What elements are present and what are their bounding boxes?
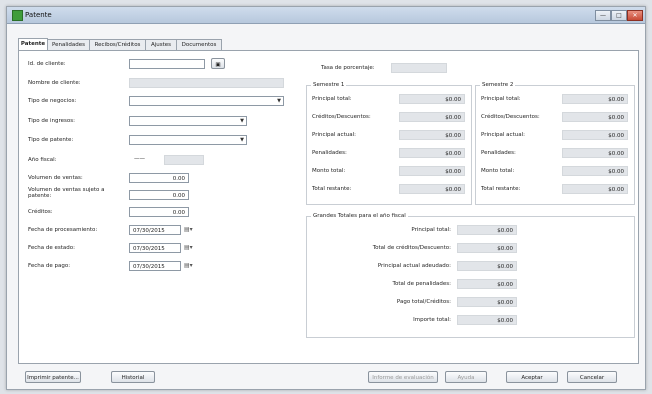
patent-tab-panel: Id. de cliente: ▣ Nombre de cliente: Tip…	[18, 50, 639, 364]
grand-totals-group: Grandes Totales para el año fiscal Princ…	[306, 213, 635, 338]
semester2-group: Semestre 2 Principal total: $0.00 Crédit…	[475, 82, 635, 205]
close-button[interactable]: ✕	[627, 10, 643, 21]
accept-button[interactable]: Aceptar	[506, 371, 558, 383]
gt-payments-label: Pago total/Créditos:	[396, 299, 451, 305]
client-lookup-button[interactable]: ▣	[211, 58, 225, 69]
gt-principal-total-label: Principal total:	[411, 227, 451, 233]
s1-principal-total-label: Principal total:	[312, 96, 352, 102]
calendar-dropdown-icon[interactable]: ▤▾	[184, 226, 193, 233]
s2-penalties-label: Penalidades:	[481, 150, 516, 156]
gt-total-amount-label: Importe total:	[413, 317, 451, 323]
lookup-icon: ▣	[215, 62, 221, 68]
s2-remaining-value: $0.00	[562, 184, 628, 194]
client-id-input[interactable]	[129, 59, 205, 69]
sales-volume-subject-label: Volumen de ventas sujeto a patente:	[28, 187, 105, 199]
gt-principal-owed-label: Principal actual adeudado:	[377, 263, 451, 269]
s2-principal-current-value: $0.00	[562, 130, 628, 140]
s1-remaining-label: Total restante:	[312, 186, 352, 192]
client-id-label: Id. de cliente:	[28, 61, 66, 67]
credits-label: Créditos:	[28, 209, 53, 215]
fiscal-year-extra	[164, 155, 204, 165]
sales-volume-subject-input[interactable]: 0.00	[129, 190, 189, 200]
s1-penalties-value: $0.00	[399, 148, 465, 158]
s2-principal-current-label: Principal actual:	[481, 132, 525, 138]
gt-penalties-label: Total de penalidades:	[392, 281, 451, 287]
s2-credits-label: Créditos/Descuentos:	[481, 114, 540, 120]
gt-penalties-value: $0.00	[457, 279, 517, 289]
tab-documentos[interactable]: Documentos	[176, 39, 222, 50]
app-icon	[12, 10, 23, 21]
gt-credits-value: $0.00	[457, 243, 517, 253]
gt-principal-owed-value: $0.00	[457, 261, 517, 271]
chevron-down-icon: ▼	[240, 118, 244, 124]
patent-type-select[interactable]: ▼	[129, 135, 247, 145]
processing-date-input[interactable]: 07/30/2015	[129, 225, 181, 235]
statement-date-input[interactable]: 07/30/2015	[129, 243, 181, 253]
credits-input[interactable]: 0.00	[129, 207, 189, 217]
s2-principal-total-value: $0.00	[562, 94, 628, 104]
chevron-down-icon: ▼	[277, 98, 281, 104]
s2-credits-value: $0.00	[562, 112, 628, 122]
calendar-dropdown-icon[interactable]: ▤▾	[184, 262, 193, 269]
payment-date-label: Fecha de pago:	[28, 263, 71, 269]
semester1-title: Semestre 1	[311, 82, 347, 88]
maximize-button[interactable]: □	[611, 10, 627, 21]
processing-date-label: Fecha de procesamiento:	[28, 227, 98, 233]
income-type-label: Tipo de ingresos:	[28, 118, 75, 124]
semester2-title: Semestre 2	[480, 82, 516, 88]
s1-credits-label: Créditos/Descuentos:	[312, 114, 371, 120]
gt-principal-total-value: $0.00	[457, 225, 517, 235]
history-button[interactable]: Historial	[111, 371, 155, 383]
fiscal-year-value[interactable]: ——	[134, 156, 145, 162]
s1-penalties-label: Penalidades:	[312, 150, 347, 156]
gt-payments-value: $0.00	[457, 297, 517, 307]
business-type-select[interactable]: ▼	[129, 96, 284, 106]
gt-total-amount-value: $0.00	[457, 315, 517, 325]
semester1-group: Semestre 1 Principal total: $0.00 Crédit…	[306, 82, 472, 205]
s2-total-amount-value: $0.00	[562, 166, 628, 176]
tab-ajustes[interactable]: Ajustes	[145, 39, 177, 50]
minimize-button[interactable]: —	[595, 10, 611, 21]
s1-total-amount-label: Monto total:	[312, 168, 346, 174]
fiscal-year-label: Año fiscal:	[28, 157, 57, 163]
window-title: Patente	[25, 11, 52, 19]
gt-credits-label: Total de créditos/Descuento:	[372, 245, 451, 251]
s1-credits-value: $0.00	[399, 112, 465, 122]
tab-recibos-creditos[interactable]: Recibos/Créditos	[89, 39, 146, 50]
cancel-button[interactable]: Cancelar	[567, 371, 617, 383]
calendar-dropdown-icon[interactable]: ▤▾	[184, 244, 193, 251]
s2-penalties-value: $0.00	[562, 148, 628, 158]
chevron-down-icon: ▼	[240, 137, 244, 143]
statement-date-label: Fecha de estado:	[28, 245, 75, 251]
percent-rate-label: Tasa de porcentaje:	[321, 65, 375, 71]
s2-total-amount-label: Monto total:	[481, 168, 515, 174]
s1-principal-current-value: $0.00	[399, 130, 465, 140]
client-name-label: Nombre de cliente:	[28, 80, 81, 86]
client-name-field	[129, 78, 284, 88]
s1-principal-current-label: Principal actual:	[312, 132, 356, 138]
title-bar: Patente — □ ✕	[7, 7, 645, 24]
s1-principal-total-value: $0.00	[399, 94, 465, 104]
tab-penalidades[interactable]: Penalidades	[47, 39, 90, 50]
s1-total-amount-value: $0.00	[399, 166, 465, 176]
business-type-label: Tipo de negocios:	[28, 98, 77, 104]
sales-volume-input[interactable]: 0.00	[129, 173, 189, 183]
patent-window: Patente — □ ✕ Patente Penalidades Recibo…	[6, 6, 646, 390]
print-patent-button[interactable]: Imprimir patente...	[25, 371, 81, 383]
payment-date-input[interactable]: 07/30/2015	[129, 261, 181, 271]
report-button[interactable]: Informe de evaluación	[368, 371, 438, 383]
tab-patente[interactable]: Patente	[18, 38, 48, 50]
s1-remaining-value: $0.00	[399, 184, 465, 194]
help-button[interactable]: Ayuda	[445, 371, 487, 383]
income-type-select[interactable]: ▼	[129, 116, 247, 126]
grand-totals-title: Grandes Totales para el año fiscal	[311, 213, 408, 219]
sales-volume-label: Volumen de ventas:	[28, 175, 83, 181]
percent-rate-field	[391, 63, 447, 73]
patent-type-label: Tipo de patente:	[28, 137, 74, 143]
s2-principal-total-label: Principal total:	[481, 96, 521, 102]
s2-remaining-label: Total restante:	[481, 186, 521, 192]
